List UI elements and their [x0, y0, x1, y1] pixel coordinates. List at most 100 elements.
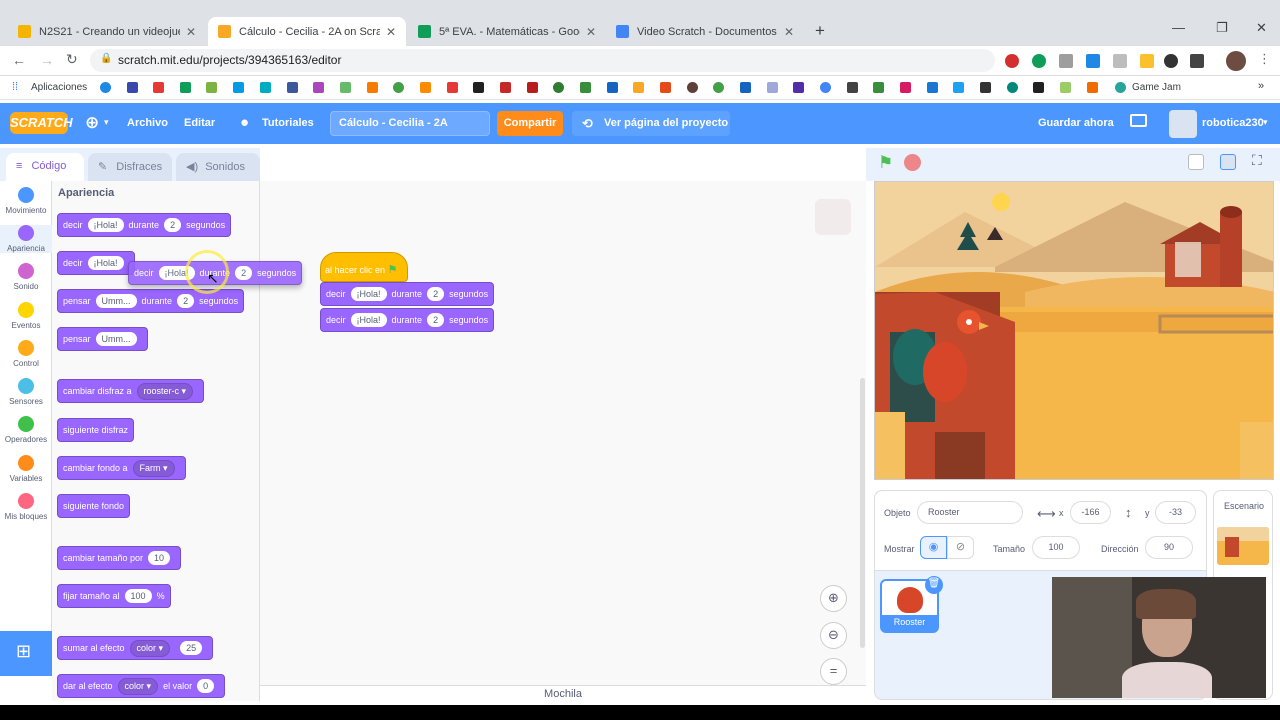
workspace-scrollbar[interactable] [860, 378, 865, 648]
block-switch-costume[interactable]: cambiar disfraz a rooster-c ▾ [57, 379, 205, 403]
block-think[interactable]: pensar Umm... [57, 327, 148, 351]
reload-icon[interactable]: ↻ [66, 51, 78, 68]
google-icon[interactable] [820, 82, 831, 93]
extension-icon[interactable] [1190, 54, 1204, 68]
block-input[interactable]: 100 [124, 589, 152, 603]
more-bookmarks-icon[interactable]: » [1258, 80, 1264, 92]
bookmark-icon[interactable] [553, 82, 564, 93]
block-input[interactable]: 10 [148, 551, 171, 565]
game-jam-link[interactable]: Game Jam [1132, 82, 1181, 93]
block-input[interactable]: 25 [180, 641, 203, 655]
bookmark-icon[interactable] [500, 82, 511, 93]
forward-icon[interactable]: → [40, 52, 54, 68]
block-input[interactable]: ¡Hola! [87, 218, 124, 232]
bookmark-icon[interactable] [793, 82, 804, 93]
calendar-icon[interactable] [607, 82, 618, 93]
block-dropdown[interactable]: color ▾ [129, 639, 171, 657]
bookmark-icon[interactable] [713, 82, 724, 93]
block-input[interactable]: ¡Hola! [87, 256, 124, 270]
category-control[interactable]: Control [0, 340, 52, 368]
bookmark-icon[interactable] [527, 82, 538, 93]
bookmark-icon[interactable] [1060, 82, 1071, 93]
backpack[interactable]: Mochila [260, 685, 866, 705]
sprite-name-field[interactable]: Rooster [917, 501, 1023, 524]
delete-sprite-button[interactable]: 🗑 [925, 576, 943, 594]
restore-icon[interactable]: ❐ [1216, 20, 1228, 36]
bookmark-icon[interactable] [180, 82, 191, 93]
window-close-icon[interactable]: ✕ [1256, 20, 1267, 36]
fullscreen-icon[interactable]: ⛶ [1252, 152, 1262, 169]
small-stage-icon[interactable] [1188, 154, 1204, 170]
block-input[interactable]: ¡Hola! [350, 287, 387, 301]
adblock-icon[interactable] [1005, 54, 1019, 68]
stop-icon[interactable] [904, 154, 921, 171]
extension-icon[interactable] [1086, 54, 1100, 68]
bookmark-icon[interactable] [740, 82, 751, 93]
bookmark-icon[interactable] [393, 82, 404, 93]
block-dropdown[interactable]: Farm ▾ [132, 459, 175, 477]
block-input[interactable]: 2 [235, 266, 253, 280]
twitter-icon[interactable] [953, 82, 964, 93]
globe-icon[interactable]: ⊕ [85, 114, 99, 131]
extension-icon[interactable] [1140, 54, 1154, 68]
bookmark-icon[interactable] [260, 82, 271, 93]
extension-icon[interactable] [1032, 54, 1046, 68]
block-input[interactable]: ¡Hola! [350, 313, 387, 327]
extension-icon[interactable] [1113, 54, 1127, 68]
category-motion[interactable]: Movimiento [0, 187, 52, 215]
green-flag-icon[interactable]: ⚑ [878, 153, 893, 173]
category-my-blocks[interactable]: Mis bloques [0, 493, 52, 521]
bookmark-icon[interactable] [367, 82, 378, 93]
block-say-for-secs[interactable]: decir ¡Hola! durante 2 segundos [320, 308, 495, 332]
menu-file[interactable]: Archivo [127, 117, 168, 129]
scratch-logo[interactable]: SCRATCH [10, 112, 73, 134]
username[interactable]: robotica230 [1202, 117, 1264, 129]
tab-costumes[interactable]: ✎ Disfraces [88, 153, 172, 181]
block-set-size[interactable]: fijar tamaño al 100% [57, 584, 171, 608]
amazon-icon[interactable] [473, 82, 484, 93]
bookmark-icon[interactable] [100, 82, 111, 93]
bookmark-icon[interactable] [980, 82, 991, 93]
bookmark-icon[interactable] [767, 82, 778, 93]
extension-icon[interactable] [1164, 54, 1178, 68]
user-avatar[interactable] [1169, 110, 1197, 138]
menu-edit[interactable]: Editar [184, 117, 215, 129]
direction-field[interactable]: 90 [1145, 536, 1193, 559]
block-switch-backdrop[interactable]: cambiar fondo a Farm ▾ [57, 456, 186, 480]
bookmark-icon[interactable] [1033, 82, 1044, 93]
backdrop-thumbnail[interactable] [1217, 527, 1269, 565]
profile-avatar[interactable] [1226, 51, 1246, 71]
tab-code[interactable]: ≡ Código [6, 153, 84, 181]
block-input[interactable]: 0 [197, 679, 215, 693]
save-now-link[interactable]: Guardar ahora [1038, 117, 1114, 129]
add-extension-button[interactable]: ⊞ [0, 631, 52, 676]
block-input[interactable]: 2 [427, 287, 445, 301]
stage-canvas[interactable] [874, 181, 1274, 480]
block-dropdown[interactable]: rooster-c ▾ [136, 382, 194, 400]
back-icon[interactable]: ← [12, 52, 26, 68]
see-project-page-button[interactable]: ⟲ Ver página del proyecto [572, 111, 730, 136]
block-input[interactable]: 2 [164, 218, 182, 232]
instagram-icon[interactable] [900, 82, 911, 93]
hide-sprite-button[interactable]: ⊘ [947, 536, 974, 559]
x-field[interactable]: -166 [1070, 501, 1111, 524]
close-icon[interactable]: ✕ [386, 25, 396, 39]
outlook-icon[interactable] [927, 82, 938, 93]
bookmark-icon[interactable] [633, 82, 644, 93]
youtube-icon[interactable] [447, 82, 458, 93]
game-jam-icon[interactable] [1115, 82, 1126, 93]
bookmark-icon[interactable] [420, 82, 431, 93]
size-field[interactable]: 100 [1032, 536, 1080, 559]
block-think-for-secs[interactable]: pensar Umm... durante 2 segundos [57, 289, 245, 313]
block-input[interactable]: Umm... [95, 332, 137, 346]
browser-tab[interactable]: Video Scratch - Documentos de ✕ [606, 17, 804, 46]
category-sound[interactable]: Sonido [0, 263, 52, 291]
bookmark-icon[interactable] [1007, 82, 1018, 93]
y-field[interactable]: -33 [1155, 501, 1196, 524]
block-input[interactable]: 2 [427, 313, 445, 327]
bookmark-icon[interactable] [873, 82, 884, 93]
bookmark-icon[interactable] [687, 82, 698, 93]
share-button[interactable]: Compartir [497, 111, 563, 136]
bookmark-icon[interactable] [580, 82, 591, 93]
block-change-size[interactable]: cambiar tamaño por 10 [57, 546, 182, 570]
